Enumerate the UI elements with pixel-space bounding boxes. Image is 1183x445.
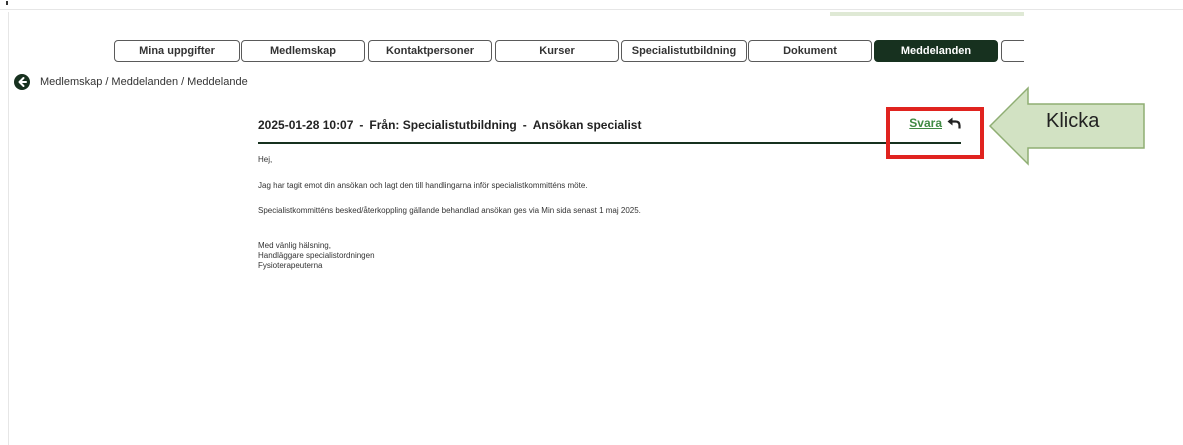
message-paragraph: Jag har tagit emot din ansökan och lagt … <box>258 181 588 190</box>
tab-kontaktpersoner[interactable]: Kontaktpersoner <box>368 40 492 62</box>
tab-dokument[interactable]: Dokument <box>748 40 872 62</box>
message-sender-role: Handläggare specialistordningen <box>258 251 375 260</box>
message-title: 2025-01-28 10:07- Från: Specialistutbildn… <box>258 118 641 132</box>
breadcrumb-separator: / <box>181 76 185 88</box>
title-separator: - <box>359 118 364 132</box>
message-organization: Fysioterapeuterna <box>258 261 323 270</box>
annotation-callout-text: Klicka <box>1046 110 1100 132</box>
title-separator: - <box>522 118 527 132</box>
corner-mark <box>6 1 8 5</box>
message-from: Från: Specialistutbildning <box>369 118 517 132</box>
top-border <box>0 9 1183 10</box>
tab-specialistutbildning[interactable]: Specialistutbildning <box>621 40 747 62</box>
breadcrumb-item-meddelanden[interactable]: Meddelanden <box>111 76 178 88</box>
tab-mina-uppgifter[interactable]: Mina uppgifter <box>114 40 240 62</box>
annotation-highlight-box <box>886 107 984 159</box>
message-signoff: Med vänlig hälsning, <box>258 241 331 250</box>
breadcrumb-item-medlemskap[interactable]: Medlemskap <box>40 76 102 88</box>
breadcrumb-item-meddelande: Meddelande <box>187 76 248 88</box>
message-datetime: 2025-01-28 10:07 <box>258 118 354 132</box>
tab-meddelanden[interactable]: Meddelanden <box>874 40 998 62</box>
breadcrumb: Medlemskap / Meddelanden / Meddelande <box>14 74 248 90</box>
tab-kurser[interactable]: Kurser <box>495 40 619 62</box>
tab-overflow[interactable] <box>1001 40 1024 62</box>
message-header: 2025-01-28 10:07- Från: Specialistutbildn… <box>258 112 961 142</box>
message-divider <box>258 142 961 144</box>
breadcrumb-separator: / <box>105 76 109 88</box>
message-subject: Ansökan specialist <box>532 118 642 132</box>
tab-medlemskap[interactable]: Medlemskap <box>241 40 365 62</box>
arrow-left-circle-icon[interactable] <box>14 74 30 90</box>
top-accent-bar <box>830 12 1024 16</box>
message-greeting: Hej, <box>258 155 273 164</box>
message-paragraph: Specialistkommitténs besked/återkoppling… <box>258 206 641 215</box>
left-border <box>8 12 9 445</box>
